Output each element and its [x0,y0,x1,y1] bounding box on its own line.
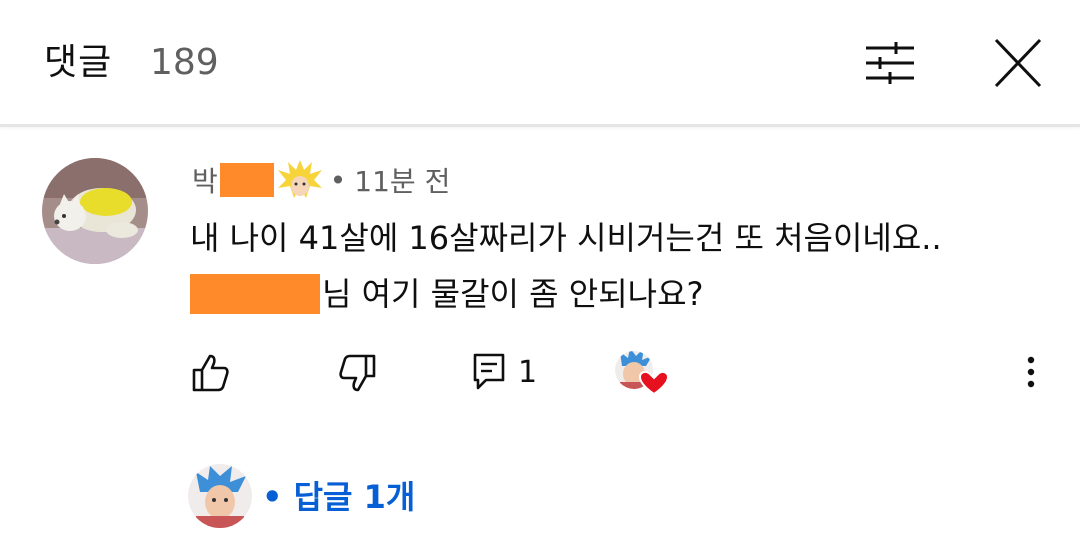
comment-time: 11분 전 [354,165,451,198]
replies-separator: • [262,478,283,516]
like-button[interactable] [190,352,230,394]
creator-heart [614,348,670,398]
replies-label: 답글 1개 [293,478,416,516]
meta-separator: • [329,163,347,197]
comment-text-line2: 님 여기 물갈이 좀 안되나요? [190,266,942,322]
reply-author-avatar [188,464,252,528]
thumbs-down-icon [339,354,376,392]
commenter-avatar[interactable] [42,158,148,264]
member-badge-icon [276,158,324,202]
reply-button[interactable] [472,352,506,392]
comments-count: 189 [150,42,219,83]
comment-text-line1: 내 나이 41살에 16살짜리가 시비거는건 또 처음이네요.. [190,219,942,257]
comment-text-line2-text: 님 여기 물갈이 좀 안되나요? [322,275,704,313]
comment-author-line: 박 • 11분 전 [192,158,450,202]
comment-text: 내 나이 41살에 16살짜리가 시비거는건 또 처음이네요.. 님 여기 물갈… [190,210,942,322]
comment-reply-icon [473,353,505,390]
dislike-button[interactable] [338,352,378,394]
reply-count: 1 [518,355,538,390]
comments-header: 댓글 189 [0,0,1080,127]
redacted-mention [190,274,320,314]
more-options-button[interactable] [1016,352,1046,392]
creator-heart-icon [615,351,670,396]
creator-avatar-icon [188,464,252,528]
comments-title: 댓글 [44,42,113,83]
view-replies-button[interactable]: • 답글 1개 [262,474,415,520]
close-icon [994,38,1042,88]
sort-sliders-icon [866,42,914,84]
author-name[interactable]: 박 [192,160,218,200]
thumbs-up-icon [192,354,229,392]
close-button[interactable] [988,36,1048,90]
sort-button[interactable] [860,38,920,88]
redacted-name [219,163,274,197]
dog-photo-avatar [42,158,148,264]
more-vert-icon [1027,356,1035,388]
